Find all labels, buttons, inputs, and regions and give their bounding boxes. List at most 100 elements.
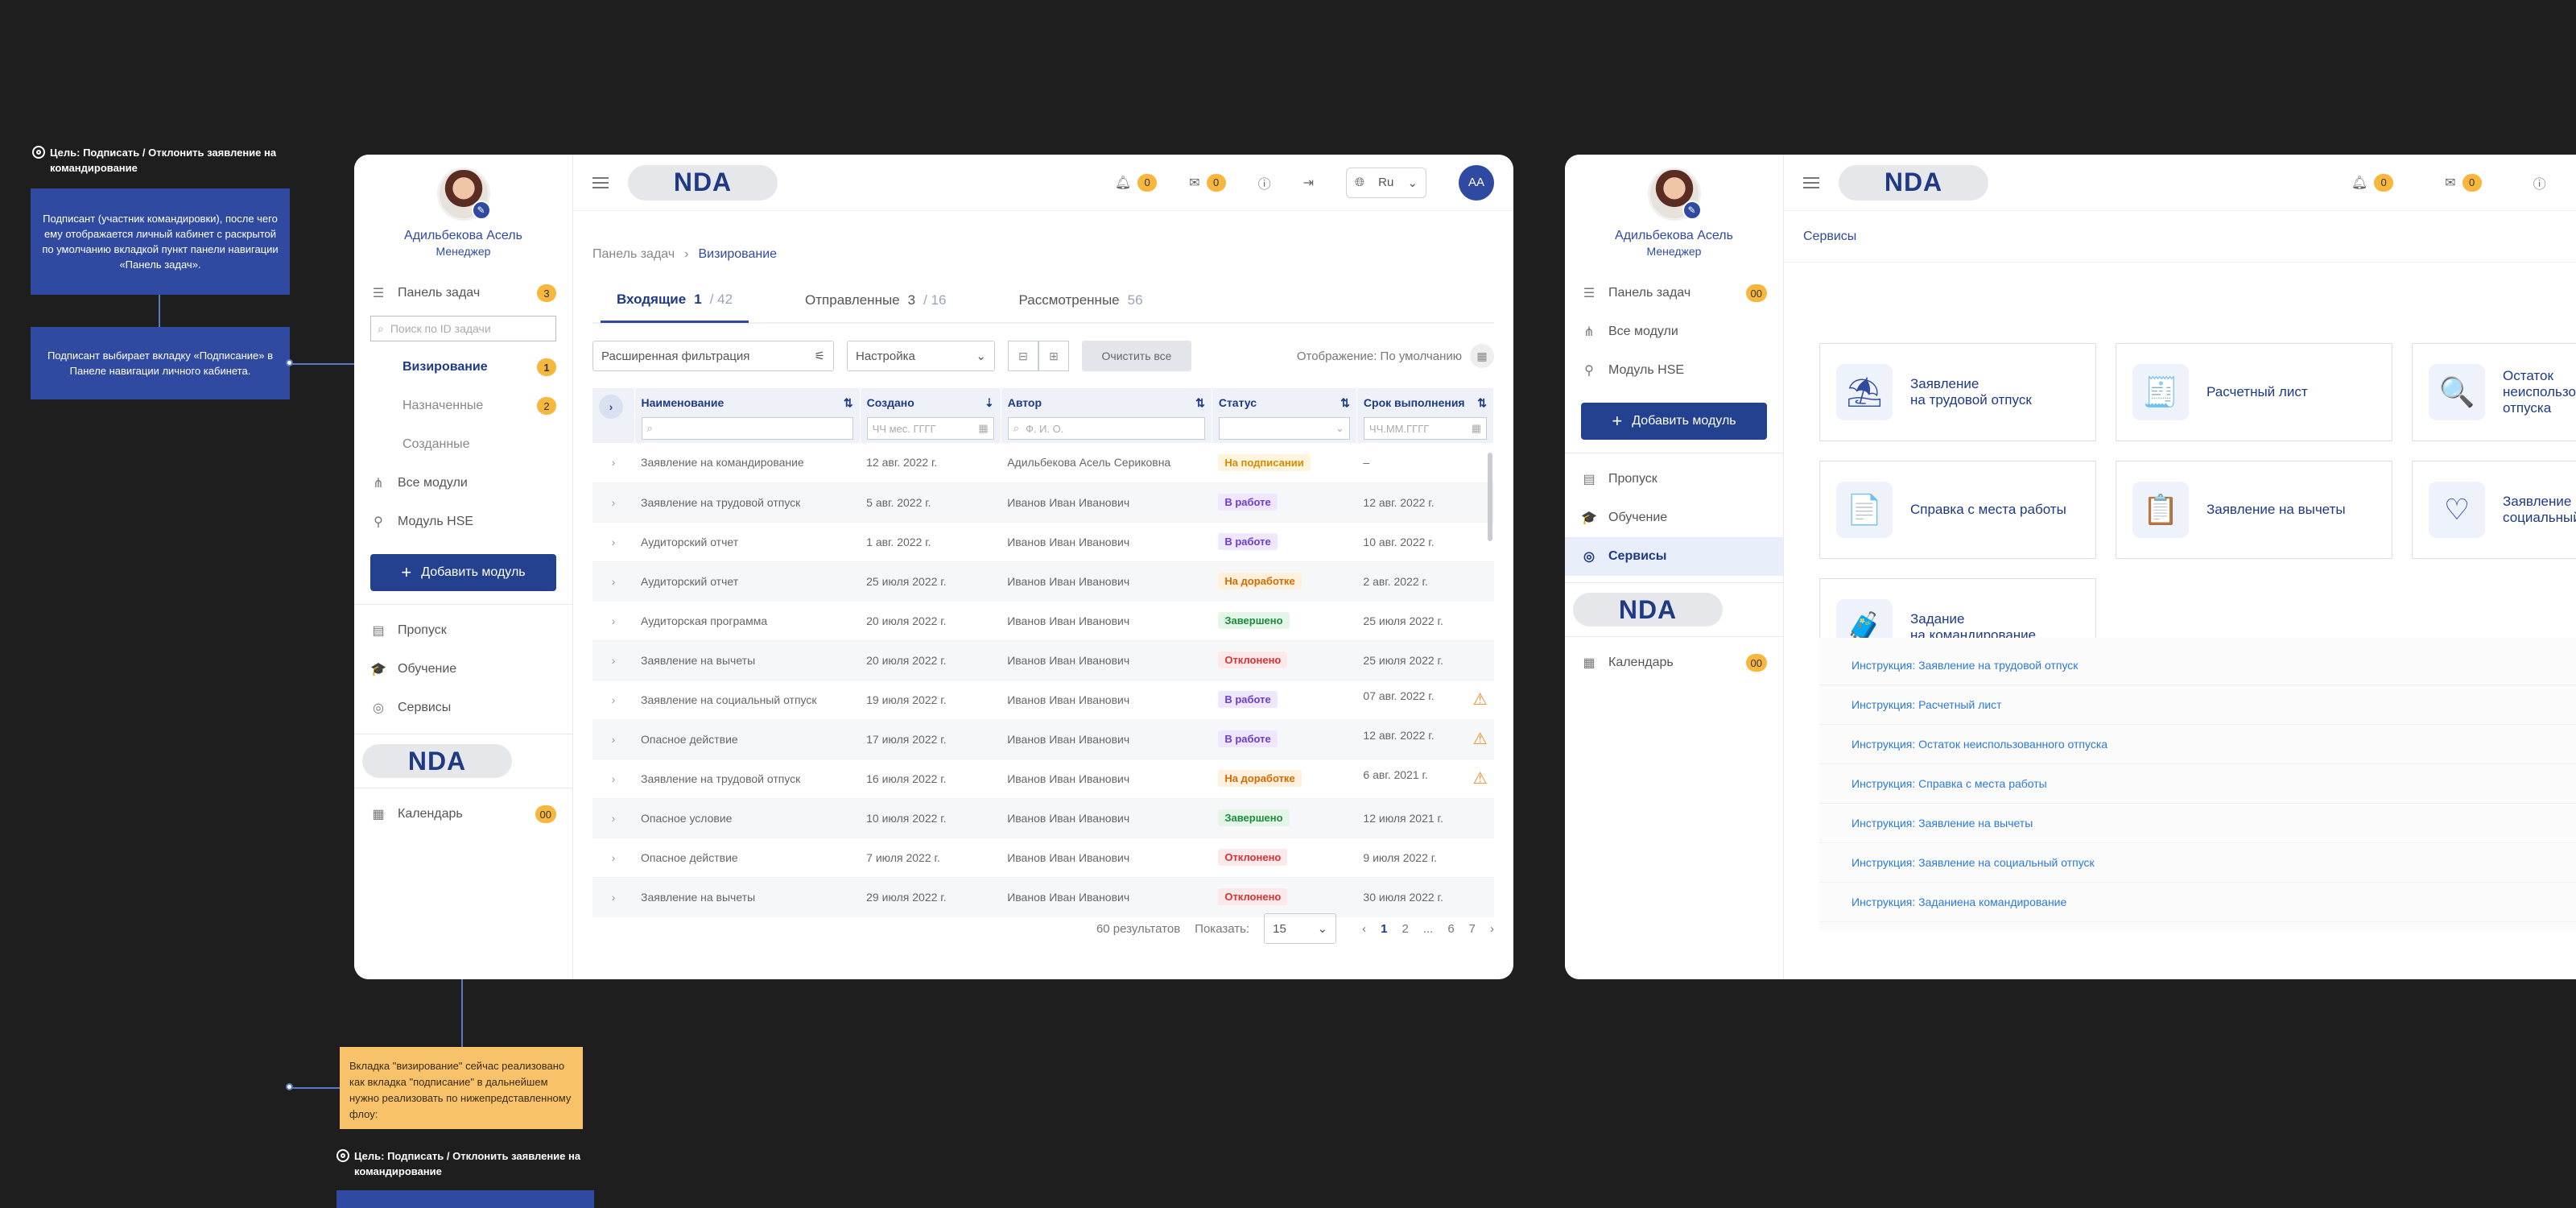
edit-pen-icon[interactable]: ✎ (471, 201, 491, 220)
sort-desc-icon[interactable]: ⇣ (985, 396, 994, 410)
settings-select[interactable]: Настройка ⌄ (847, 341, 995, 371)
sidebar-subitem-created[interactable]: Созданные (354, 425, 572, 464)
service-card[interactable]: 🧾 Расчетный лист (2116, 343, 2392, 441)
table-row[interactable]: › Заявление на командирование 12 авг. 2022… (592, 443, 1494, 483)
instruction-link[interactable]: Инструкция: Заявление на трудовой отпуск (1819, 646, 2576, 685)
instruction-link[interactable]: Инструкция: Справка с места работы (1819, 764, 2576, 804)
collapse-rows-icon[interactable]: ⊟ (1008, 341, 1038, 371)
name-filter-input[interactable]: ⌕ (641, 417, 853, 440)
page-link[interactable]: 7 (1469, 922, 1476, 936)
advanced-filter-button[interactable]: Расширенная фильтрация ⚟ (592, 341, 834, 371)
table-row[interactable]: › Опасное условие 10 июля 2022 г. Иванов Ив… (592, 798, 1494, 838)
cell-name[interactable]: Заявление на вычеты (634, 877, 861, 917)
table-row[interactable]: › Аудиторская программа 20 июля 2022 г. Ива… (592, 601, 1494, 641)
service-card[interactable]: ⛱ Заявление на трудовой отпуск (1819, 343, 2096, 441)
row-expand-cell[interactable]: › (592, 522, 635, 562)
table-row[interactable]: › Заявление на трудовой отпуск 5 авг. 2022… (592, 482, 1494, 523)
instruction-link[interactable]: Инструкция: Заявление на вычеты (1819, 804, 2576, 843)
chevron-right-icon[interactable]: › (612, 772, 616, 785)
table-row[interactable]: › Аудиторский отчет 25 июля 2022 г. Иванов … (592, 561, 1494, 602)
row-expand-cell[interactable]: › (592, 759, 635, 799)
instruction-link[interactable]: Инструкция: Остаток неиспользованного от… (1819, 725, 2576, 764)
row-expand-cell[interactable]: › (592, 601, 635, 641)
sort-icon[interactable]: ⇅ (844, 396, 853, 410)
chevron-right-icon[interactable]: › (612, 456, 616, 469)
page-size-select[interactable]: 15 ⌄ (1264, 913, 1337, 944)
created-filter-input[interactable]: ЧЧ мес. ГГГГ ▦ (866, 417, 994, 440)
chevron-right-icon[interactable]: › (612, 575, 616, 588)
service-card[interactable]: ♡ Заявление на социальный отпуск (2412, 461, 2576, 559)
chevron-right-icon[interactable]: › (1490, 922, 1494, 936)
add-module-button[interactable]: + Добавить модуль (370, 554, 556, 591)
sidebar-item-training[interactable]: 🎓 Обучение (1565, 499, 1783, 537)
table-settings-icon[interactable]: ▦ (1470, 344, 1494, 368)
sort-icon[interactable]: ⇅ (1340, 396, 1350, 410)
row-expand-cell[interactable]: › (592, 798, 635, 838)
cell-name[interactable]: Заявление на вычеты (634, 640, 861, 681)
breadcrumb-root[interactable]: Панель задач (592, 247, 675, 262)
task-search-input[interactable]: ⌕ Поиск по ID задачи (370, 316, 556, 341)
messages-button[interactable]: ✉ 0 (2445, 173, 2482, 192)
sort-icon[interactable]: ⇅ (1195, 396, 1205, 410)
cell-name[interactable]: Заявление на трудовой отпуск (634, 482, 861, 523)
add-module-button[interactable]: + Добавить модуль (1581, 403, 1767, 440)
cell-name[interactable]: Опасное действие (634, 838, 861, 878)
row-expand-cell[interactable]: › (592, 482, 635, 523)
language-select[interactable]: 🌐︎ Ru ⌄ (1346, 167, 1426, 198)
chevron-right-icon[interactable]: › (612, 733, 616, 746)
messages-button[interactable]: ✉ 0 (1189, 173, 1226, 192)
chevron-right-icon[interactable]: › (612, 693, 616, 706)
chevron-right-icon[interactable]: › (612, 812, 616, 825)
service-card[interactable]: 📋 Заявление на вычеты (2116, 461, 2392, 559)
table-row[interactable]: › Заявление на вычеты 29 июля 2022 г. Ивано… (592, 877, 1494, 917)
cell-name[interactable]: Заявление на командирование (634, 443, 861, 483)
service-card[interactable]: 📄 Справка с места работы (1819, 461, 2096, 559)
cell-name[interactable]: Опасное условие (634, 798, 861, 838)
sidebar-item-tasks[interactable]: ☰ Панель задач 00 (1565, 274, 1783, 312)
sidebar-item-services[interactable]: ◎ Сервисы (1565, 537, 1783, 576)
row-expand-cell[interactable]: › (592, 719, 635, 759)
tab-incoming[interactable]: Входящие 1 / 42 (601, 278, 749, 323)
display-mode[interactable]: Отображение: По умолчанию ▦ (1297, 344, 1494, 368)
cell-name[interactable]: Аудиторский отчет (634, 561, 861, 602)
expand-all-header[interactable]: › (592, 388, 635, 443)
menu-icon[interactable] (592, 176, 609, 188)
sidebar-item-tasks[interactable]: ☰ Панель задач 3 (354, 274, 572, 312)
chevron-right-icon[interactable]: › (612, 654, 616, 667)
table-row[interactable]: › Опасное действие 17 июля 2022 г. Иванов И… (592, 719, 1494, 759)
row-expand-cell[interactable]: › (592, 680, 635, 720)
chevron-right-icon[interactable]: › (612, 851, 616, 864)
table-row[interactable]: › Заявление на социальный отпуск 19 июля 2… (592, 680, 1494, 720)
scrollbar[interactable] (1488, 453, 1492, 541)
row-expand-cell[interactable]: › (592, 640, 635, 681)
chevron-right-icon[interactable]: › (612, 891, 616, 904)
cell-name[interactable]: Заявление на социальный отпуск (634, 680, 861, 720)
sidebar-item-all-modules[interactable]: ⋔ Все модули (1565, 312, 1783, 351)
chevron-right-icon[interactable]: › (612, 536, 616, 548)
cell-name[interactable]: Опасное действие (634, 719, 861, 759)
table-row[interactable]: › Заявление на вычеты 20 июля 2022 г. Ивано… (592, 640, 1494, 681)
page-link[interactable]: 1 (1381, 922, 1387, 936)
notifications-button[interactable]: 🔔︎ 0 (2351, 173, 2394, 192)
logout-button[interactable]: ⇥ (1303, 175, 1314, 191)
instruction-link[interactable]: Инструкция: Расчетный лист (1819, 685, 2576, 725)
table-row[interactable]: › Аудиторский отчет 1 авг. 2022 г. Иванов И… (592, 522, 1494, 562)
cell-name[interactable]: Аудиторская программа (634, 601, 861, 641)
row-expand-cell[interactable]: › (592, 443, 635, 483)
help-button[interactable]: ⓘ (2533, 173, 2546, 192)
tab-reviewed[interactable]: Рассмотренные 56 (1002, 278, 1158, 323)
row-expand-cell[interactable]: › (592, 561, 635, 602)
help-button[interactable]: ⓘ (1258, 173, 1271, 192)
sidebar-item-pass[interactable]: ▤ Пропуск (1565, 460, 1783, 499)
cell-name[interactable]: Аудиторский отчет (634, 522, 861, 562)
instruction-link[interactable]: Инструкция: Заданиена командирование (1819, 883, 2576, 922)
cell-name[interactable]: Заявление на трудовой отпуск (634, 759, 861, 799)
sidebar-subitem-assigned[interactable]: Назначенные 2 (354, 387, 572, 425)
row-expand-cell[interactable]: › (592, 838, 635, 878)
chevron-right-icon[interactable]: › (599, 395, 623, 419)
avatar[interactable]: ✎ (436, 168, 491, 221)
sidebar-item-hse[interactable]: ⚲ Модуль HSE (354, 503, 572, 541)
clear-all-button[interactable]: Очистить все (1082, 341, 1191, 371)
sidebar-item-services[interactable]: ◎ Сервисы (354, 689, 572, 727)
table-row[interactable]: › Заявление на трудовой отпуск 16 июля 202… (592, 759, 1494, 799)
